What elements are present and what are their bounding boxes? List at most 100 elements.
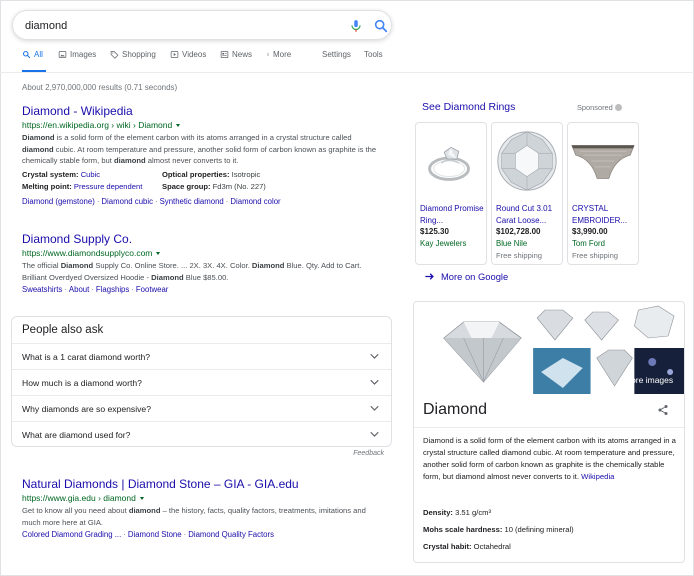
search-input[interactable]	[25, 17, 325, 35]
knowledge-panel-description: Diamond is a solid form of the element c…	[423, 435, 677, 483]
paa-question[interactable]: What is a 1 carat diamond worth?	[12, 343, 391, 369]
product-card[interactable]: Diamond Promise Ring... $125.30 Kay Jewe…	[415, 122, 487, 265]
result-sitelinks: Sweatshirts · About · Flagships · Footwear	[22, 285, 382, 294]
tab-shopping[interactable]: Shopping	[110, 50, 156, 72]
feedback-link[interactable]: Feedback	[353, 450, 384, 457]
tools-link[interactable]: Tools	[364, 50, 383, 72]
result-title[interactable]: Natural Diamonds | Diamond Stone – GIA -…	[22, 477, 382, 491]
search-result-wikipedia: Diamond - Wikipedia https://en.wikipedia…	[22, 104, 382, 206]
paa-title: People also ask	[22, 324, 104, 336]
caret-down-icon[interactable]	[156, 251, 161, 255]
fact-label: Melting point:	[22, 181, 72, 191]
snippet-text: Get to know all you need about	[22, 506, 129, 515]
result-snippet: Get to know all you need about diamond –…	[22, 505, 382, 528]
product-shipping: Free shipping	[496, 251, 543, 260]
search-icon	[23, 51, 31, 59]
separator: ·	[96, 196, 100, 206]
sitelink[interactable]: Diamond cubic	[101, 197, 153, 206]
paa-question[interactable]: Why diamonds are so expensive?	[12, 395, 391, 421]
product-card[interactable]: CRYSTAL EMBROIDER... $3,990.00 Tom Ford …	[567, 122, 639, 265]
tab-images[interactable]: Images	[58, 50, 96, 72]
fact-crystal-system: Crystal system: Cubic	[22, 169, 100, 180]
fact-optical-properties: Optical properties: Isotropic	[162, 169, 260, 180]
product-title: CRYSTAL EMBROIDER...	[572, 204, 628, 225]
kp-fact-crystal-habit: Crystal habit: Octahedral	[423, 542, 511, 551]
arrow-right-icon	[425, 273, 434, 280]
tabs-divider	[0, 72, 694, 73]
search-result-diamond-supply: Diamond Supply Co. https://www.diamondsu…	[22, 232, 382, 294]
result-url[interactable]: https://en.wikipedia.org › wiki › Diamon…	[22, 120, 382, 130]
separator: ·	[225, 196, 229, 206]
result-url[interactable]: https://www.gia.edu › diamond	[22, 493, 382, 503]
result-stats: About 2,970,000,000 results (0.71 second…	[22, 83, 178, 92]
result-title[interactable]: Diamond - Wikipedia	[22, 104, 382, 118]
fact-label[interactable]: Density:	[423, 508, 453, 517]
product-shipping: Free shipping	[572, 251, 619, 260]
separator: ·	[64, 285, 67, 294]
fact-label[interactable]: Crystal habit:	[423, 542, 472, 551]
result-url[interactable]: https://www.diamondsupplyco.com	[22, 248, 382, 258]
fact-value[interactable]: Cubic	[81, 170, 100, 179]
fact-melting-point: Melting point: Pressure dependent	[22, 181, 142, 192]
sitelink[interactable]: Diamond (gemstone)	[22, 197, 95, 206]
paa-question[interactable]: What are diamond used for?	[12, 421, 391, 447]
settings-label: Settings	[322, 50, 351, 59]
paa-question[interactable]: How much is a diamond worth?	[12, 369, 391, 395]
wikipedia-link[interactable]: Wikipedia	[581, 472, 614, 481]
share-icon[interactable]	[657, 404, 669, 416]
fact-value: Isotropic	[231, 169, 261, 179]
sitelink[interactable]: Diamond color	[230, 197, 280, 206]
search-box	[12, 10, 392, 40]
fact-label[interactable]: Mohs scale hardness:	[423, 525, 502, 534]
paa-question-text: What are diamond used for?	[22, 430, 131, 440]
product-seller: Kay Jewelers	[420, 239, 467, 248]
product-price: $3,990.00	[572, 227, 608, 236]
description-text: Diamond is a solid form of the element c…	[423, 436, 676, 481]
tab-news[interactable]: News	[220, 50, 252, 72]
microphone-icon[interactable]	[349, 19, 363, 33]
sitelink[interactable]: Synthetic diamond	[160, 197, 224, 206]
knowledge-panel-title: Diamond	[423, 401, 488, 418]
sitelink[interactable]: Sweatshirts	[22, 285, 62, 294]
tab-label: Videos	[182, 50, 207, 59]
settings-link[interactable]: Settings	[322, 50, 351, 72]
divider	[414, 427, 684, 428]
search-button[interactable]	[373, 18, 389, 34]
result-sitelinks: Colored Diamond Grading ... · Diamond Ston…	[22, 530, 382, 539]
product-card[interactable]: Round Cut 3.01 Carat Loose... $102,728.0…	[491, 122, 563, 265]
sponsored-label[interactable]: Sponsored	[577, 103, 622, 112]
chevron-down-icon	[370, 379, 379, 385]
fact-value[interactable]: Pressure dependent	[74, 182, 142, 191]
tab-all[interactable]: All	[22, 50, 46, 72]
product-title: Diamond Promise Ring...	[420, 204, 484, 225]
tab-more[interactable]: More	[266, 50, 291, 72]
caret-down-icon[interactable]	[139, 496, 144, 500]
tab-label: All	[34, 50, 43, 59]
sitelink[interactable]: Flagships	[96, 285, 129, 294]
result-title[interactable]: Diamond Supply Co.	[22, 232, 382, 246]
result-facts: Crystal system: Cubic Optical properties…	[22, 169, 382, 195]
separator: ·	[123, 530, 126, 539]
result-url-text: https://en.wikipedia.org › wiki › Diamon…	[22, 120, 173, 130]
shopping-heading[interactable]: See Diamond Rings	[422, 101, 515, 113]
paa-question-text: How much is a diamond worth?	[22, 378, 142, 388]
sitelink[interactable]: Diamond Quality Factors	[188, 530, 274, 539]
result-url-text: https://www.gia.edu › diamond	[22, 493, 136, 503]
snippet-bold: diamond	[128, 506, 161, 515]
snippet-text: Supply Co. Online Store. ... 2X. 3X. 4X.…	[93, 261, 252, 270]
chevron-down-icon	[370, 353, 379, 359]
separator: ·	[155, 196, 158, 206]
snippet-bold: diamond	[22, 144, 54, 154]
caret-down-icon[interactable]	[176, 123, 181, 127]
tab-label: News	[232, 50, 253, 59]
more-images-link[interactable]: More images	[624, 375, 673, 385]
sitelink[interactable]: Colored Diamond Grading ...	[22, 530, 121, 539]
tab-videos[interactable]: Videos	[170, 50, 206, 72]
search-result-gia: Natural Diamonds | Diamond Stone – GIA -…	[22, 477, 382, 539]
snippet-bold: Diamond	[151, 272, 184, 282]
sitelink[interactable]: Footwear	[136, 285, 169, 294]
image-icon	[58, 51, 67, 58]
more-on-google-link[interactable]: More on Google	[424, 271, 508, 282]
sitelink[interactable]: About	[69, 285, 89, 294]
sitelink[interactable]: Diamond Stone	[128, 530, 182, 539]
